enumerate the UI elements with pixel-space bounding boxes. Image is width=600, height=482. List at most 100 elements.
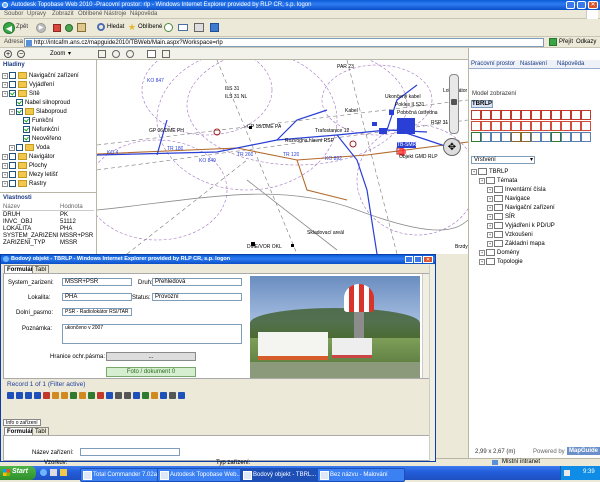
layer-checkbox[interactable] <box>9 72 16 79</box>
menu-item-help[interactable]: Nápověda <box>130 11 157 17</box>
pan-icon[interactable] <box>98 50 106 58</box>
model-tool-icon[interactable] <box>471 121 481 131</box>
select-icon[interactable] <box>126 50 134 58</box>
tab-settings[interactable]: Nastavení <box>520 61 547 67</box>
expand-icon[interactable]: + <box>2 72 8 79</box>
record-tool-icon[interactable] <box>142 392 149 399</box>
popup-maximize-button[interactable] <box>414 256 422 263</box>
model-tree-item[interactable]: + Navigace <box>487 195 530 203</box>
model-tool-icon[interactable] <box>541 110 551 120</box>
layer-row[interactable]: + Vyjádření <box>2 81 54 89</box>
ie-quicklaunch-icon[interactable] <box>40 469 47 476</box>
favorites-label[interactable]: Oblíbené <box>138 24 162 30</box>
links-label[interactable]: Odkazy <box>576 39 596 45</box>
back-button[interactable]: ◀ <box>3 22 15 34</box>
layer-row[interactable]: + Rastry <box>2 180 46 188</box>
expand-icon[interactable]: + <box>2 153 8 160</box>
record-tool-icon[interactable] <box>79 392 86 399</box>
expand-icon[interactable]: + <box>487 186 493 193</box>
refresh-icon[interactable] <box>65 24 73 32</box>
popup-close-button[interactable]: ✕ <box>423 256 433 263</box>
expand-icon[interactable]: + <box>9 108 15 115</box>
expand-icon[interactable]: + <box>487 240 493 247</box>
expand-icon[interactable]: + <box>487 222 493 229</box>
history-icon[interactable] <box>164 23 173 32</box>
record-tool-icon[interactable] <box>124 392 131 399</box>
model-tree-item[interactable]: + SÍR <box>487 213 515 221</box>
model-tool-icon[interactable] <box>571 121 581 131</box>
record-tool-icon[interactable] <box>160 392 167 399</box>
layer-row[interactable]: + Sítě <box>2 90 40 98</box>
model-tree-item[interactable]: + Topologie <box>479 258 523 266</box>
menu-item-view[interactable]: Zobrazit <box>52 11 74 17</box>
go-icon[interactable] <box>549 38 557 46</box>
model-tree-item[interactable]: + TBRLP <box>471 168 508 176</box>
zoom-slider-thumb[interactable] <box>451 99 457 105</box>
expand-icon[interactable]: + <box>487 195 493 202</box>
window-icon[interactable] <box>147 50 156 58</box>
forward-button[interactable]: ▶ <box>36 23 46 33</box>
layer-row[interactable]: Neověřeno <box>16 135 61 143</box>
layer-row[interactable]: + Mezy letišť <box>2 171 58 179</box>
layer-checkbox[interactable] <box>9 162 16 169</box>
layer-checkbox[interactable] <box>16 108 23 115</box>
system-field[interactable]: MSSR+PSR <box>62 278 132 286</box>
poznamka-textarea[interactable]: ukončeno v 2007 <box>62 324 242 344</box>
menu-item-edit[interactable]: Úpravy <box>27 11 46 17</box>
model-tool-icon[interactable] <box>511 121 521 131</box>
model-tree-item[interactable]: + Vyjádření k PD/UP <box>487 222 555 230</box>
measure-icon[interactable] <box>162 50 170 58</box>
popup-minimize-button[interactable] <box>405 256 413 263</box>
model-tool-icon[interactable] <box>551 132 561 142</box>
menu-item-file[interactable]: Soubor <box>4 11 23 17</box>
zoom-rect-icon[interactable] <box>112 50 120 58</box>
layer-row[interactable]: Nabel silnoproud <box>9 99 70 107</box>
layer-row[interactable]: + Slaboproud <box>9 108 67 116</box>
model-tool-icon[interactable] <box>531 121 541 131</box>
address-input[interactable]: http://intcafm.ans.cz/mapguide2010/TBWeb… <box>24 38 544 47</box>
record-tool-icon[interactable] <box>34 392 41 399</box>
expand-icon[interactable]: + <box>487 213 493 220</box>
model-title-tab[interactable]: TBRLP <box>471 100 493 108</box>
model-tool-icon[interactable] <box>521 132 531 142</box>
expand-icon[interactable]: + <box>9 144 15 151</box>
layer-checkbox[interactable] <box>9 171 16 178</box>
menu-item-favorites[interactable]: Oblíbené <box>78 11 102 17</box>
lower-tab-info[interactable]: Info o zařízení <box>3 419 41 426</box>
expand-icon[interactable]: + <box>471 168 477 175</box>
layer-checkbox[interactable] <box>9 81 16 88</box>
zoom-dropdown-icon[interactable]: ▾ <box>68 51 74 57</box>
model-tool-icon[interactable] <box>511 132 521 142</box>
record-tool-icon[interactable] <box>106 392 113 399</box>
model-tree-item[interactable]: + Základní mapa <box>487 240 545 248</box>
close-button[interactable]: ✕ <box>588 1 598 9</box>
model-tool-icon[interactable] <box>561 121 571 131</box>
record-tool-icon[interactable] <box>43 392 50 399</box>
model-tool-icon[interactable] <box>531 110 541 120</box>
model-tool-icon[interactable] <box>561 132 571 142</box>
layer-checkbox[interactable] <box>23 126 30 133</box>
layer-checkbox[interactable] <box>9 180 16 187</box>
layer-row[interactable]: + Plochy <box>2 162 47 170</box>
layer-checkbox[interactable] <box>16 144 23 151</box>
model-tool-icon[interactable] <box>521 121 531 131</box>
expand-icon[interactable]: + <box>479 249 485 256</box>
map-canvas[interactable]: PAR 23 KO 847 ILS 31 ILS 31 NL Ukončený … <box>97 60 468 254</box>
model-tool-icon[interactable] <box>581 110 591 120</box>
record-tool-icon[interactable] <box>7 392 14 399</box>
layer-row[interactable]: + Voda <box>9 144 50 152</box>
record-tool-icon[interactable] <box>88 392 95 399</box>
model-tool-icon[interactable] <box>571 110 581 120</box>
form-scrollbar[interactable] <box>422 274 429 378</box>
record-tool-icon[interactable] <box>115 392 122 399</box>
layer-checkbox[interactable] <box>23 117 30 124</box>
menu-item-tools[interactable]: Nástroje <box>104 11 126 17</box>
layer-row[interactable]: Nefunkční <box>16 126 59 134</box>
model-tool-icon[interactable] <box>541 132 551 142</box>
expand-icon[interactable]: + <box>2 162 8 169</box>
expand-icon[interactable]: + <box>2 171 8 178</box>
model-tool-icon[interactable] <box>501 110 511 120</box>
record-tool-icon[interactable] <box>61 392 68 399</box>
model-tool-icon[interactable] <box>541 121 551 131</box>
model-tool-icon[interactable] <box>471 132 481 142</box>
